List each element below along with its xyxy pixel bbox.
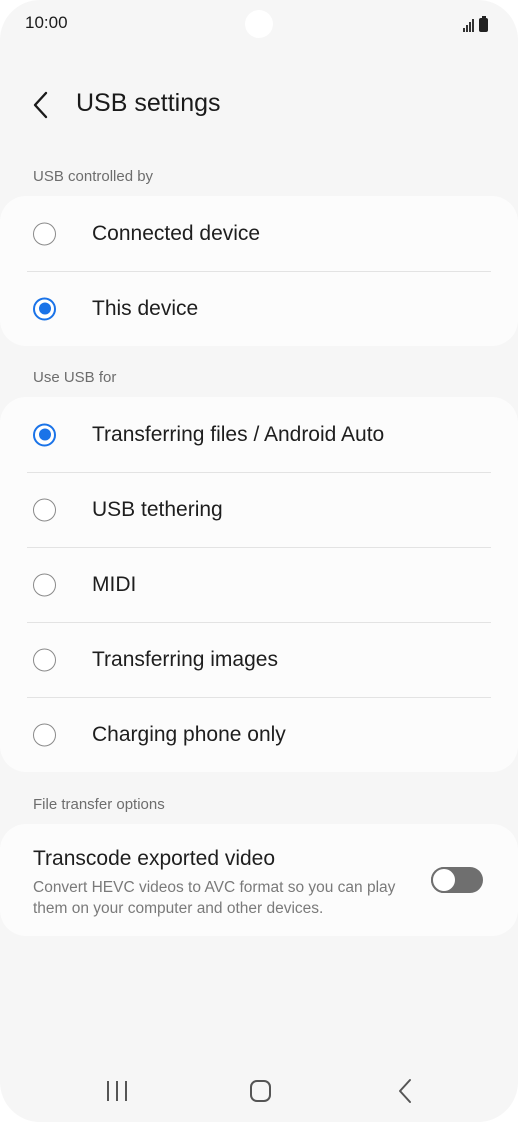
- option-this-device[interactable]: This device: [0, 271, 518, 346]
- option-usb-tethering[interactable]: USB tethering: [0, 472, 518, 547]
- option-label: This device: [92, 296, 199, 320]
- status-bar: 10:00: [0, 0, 518, 48]
- option-label: MIDI: [92, 572, 137, 596]
- transcode-title: Transcode exported video: [33, 847, 276, 870]
- nav-back-button[interactable]: [386, 1076, 426, 1106]
- radio-button[interactable]: [33, 648, 56, 671]
- option-label: Charging phone only: [92, 722, 286, 746]
- use-usb-for-card: Transferring files / Android Auto USB te…: [0, 397, 518, 772]
- chevron-left-icon: [33, 91, 48, 119]
- toggle-knob: [431, 867, 457, 893]
- navigation-bar: [0, 1062, 518, 1118]
- radio-button[interactable]: [33, 222, 56, 245]
- status-icons: [463, 14, 488, 32]
- transcode-setting-row[interactable]: Transcode exported video Convert HEVC vi…: [0, 824, 518, 936]
- section-label-controlled-by: USB controlled by: [33, 168, 154, 185]
- option-label: Transferring images: [92, 647, 278, 671]
- page-title: USB settings: [76, 89, 221, 117]
- recent-apps-icon: [107, 1081, 127, 1101]
- section-label-use-usb-for: Use USB for: [33, 369, 117, 386]
- signal-icon: [463, 18, 474, 32]
- radio-button[interactable]: [33, 498, 56, 521]
- transcode-description: Convert HEVC videos to AVC format so you…: [33, 879, 396, 917]
- section-label-file-transfer: File transfer options: [33, 796, 165, 813]
- radio-button[interactable]: [33, 723, 56, 746]
- back-button[interactable]: [28, 88, 58, 122]
- app-header: USB settings: [0, 78, 518, 132]
- recent-apps-button[interactable]: [97, 1076, 137, 1106]
- phone-screen: 10:00 USB settings USB controlled by Con…: [0, 0, 518, 1122]
- option-midi[interactable]: MIDI: [0, 547, 518, 622]
- battery-icon: [479, 16, 488, 32]
- transcode-toggle[interactable]: [431, 867, 483, 893]
- radio-button[interactable]: [33, 297, 56, 320]
- camera-cutout: [245, 10, 273, 38]
- option-transferring-files[interactable]: Transferring files / Android Auto: [0, 397, 518, 472]
- home-icon: [250, 1080, 271, 1102]
- option-connected-device[interactable]: Connected device: [0, 196, 518, 271]
- option-label: Transferring files / Android Auto: [92, 422, 385, 446]
- option-label: Connected device: [92, 221, 261, 245]
- status-time: 10:00: [25, 13, 68, 32]
- option-charging-only[interactable]: Charging phone only: [0, 697, 518, 772]
- home-button[interactable]: [240, 1076, 280, 1106]
- option-transferring-images[interactable]: Transferring images: [0, 622, 518, 697]
- back-icon: [399, 1079, 411, 1103]
- option-label: USB tethering: [92, 497, 223, 521]
- radio-button[interactable]: [33, 573, 56, 596]
- controlled-by-card: Connected device This device: [0, 196, 518, 346]
- radio-button[interactable]: [33, 423, 56, 446]
